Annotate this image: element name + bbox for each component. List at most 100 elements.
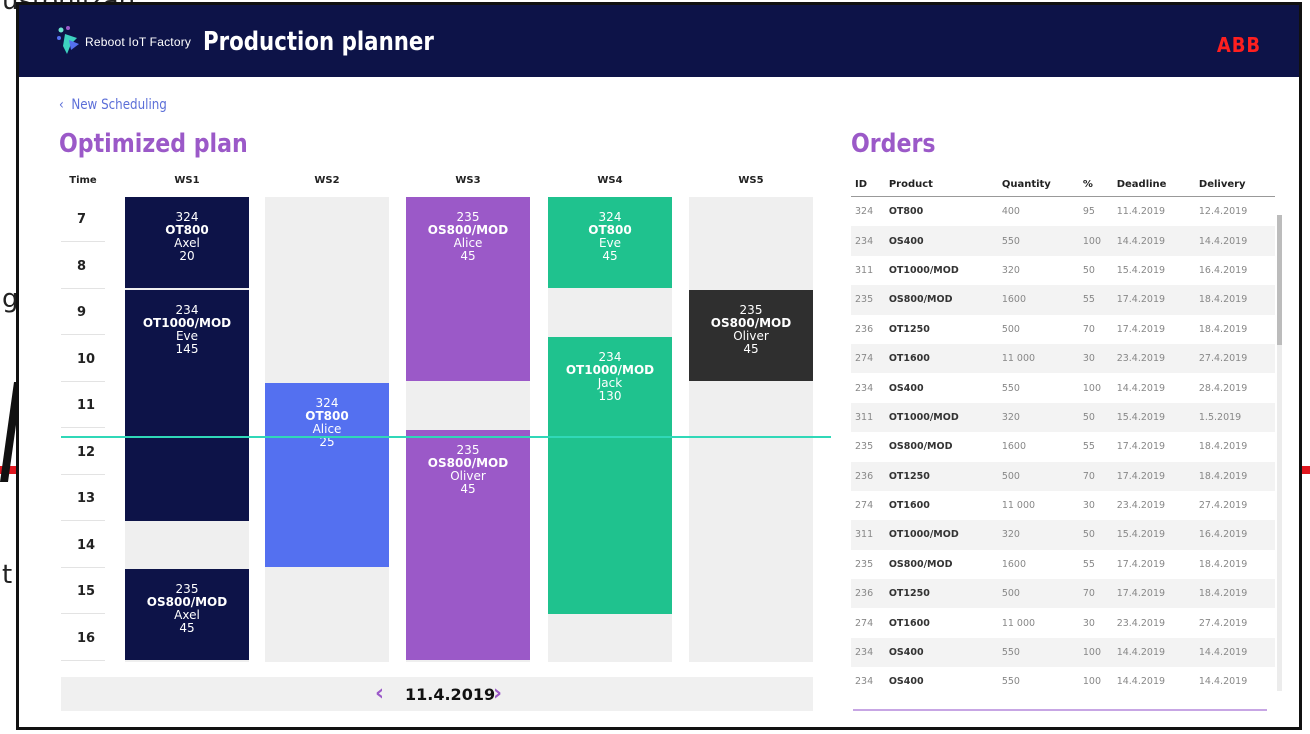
previous-day-chevron-icon[interactable]: ‹: [375, 681, 384, 706]
order-cell-product: OT1000/MOD: [888, 264, 959, 276]
order-row[interactable]: 311 OT1000/MOD 320 50 15.4.2019 16.4.2019: [851, 520, 1275, 550]
order-cell-product: OT1000/MOD: [884, 520, 998, 550]
order-cell-quantity: 400: [1001, 206, 1020, 218]
order-row[interactable]: 235 OS800/MOD 1600 55 17.4.2019 18.4.2019: [851, 550, 1275, 579]
background-text-left-2: t: [2, 560, 13, 590]
ws-header-3: WS3: [455, 175, 481, 186]
order-row[interactable]: 311 OT1000/MOD 320 50 15.4.2019 16.4.2019: [851, 256, 1275, 285]
schedule-block[interactable]: 235 OS800/MOD Alice 45: [406, 197, 530, 381]
orders-column-header[interactable]: Delivery: [1194, 173, 1275, 197]
orders-column-header[interactable]: %: [1078, 173, 1113, 197]
order-cell-product: OS400: [888, 382, 924, 394]
order-cell-quantity: 1600: [1001, 558, 1027, 570]
order-cell-quantity: 550: [1001, 676, 1020, 688]
order-cell-product: OS800/MOD: [888, 441, 953, 453]
order-cell-percent: 70: [1082, 323, 1095, 335]
schedule-block[interactable]: 324 OT800 Alice 25: [265, 383, 389, 567]
order-cell-id: 234: [855, 382, 874, 394]
app-title: Production planner: [203, 27, 434, 57]
order-cell-id: 235: [855, 441, 874, 453]
order-cell-delivery: 18.4.2019: [1194, 461, 1275, 491]
order-cell-product: OT1250: [888, 323, 930, 335]
order-row[interactable]: 236 OT1250 500 70 17.4.2019 18.4.2019: [851, 579, 1275, 609]
order-cell-delivery: 16.4.2019: [1198, 264, 1248, 276]
order-cell-delivery: 14.4.2019: [1194, 637, 1275, 668]
order-cell-id: 236: [855, 323, 874, 335]
order-cell-quantity: 11 000: [1001, 617, 1036, 629]
order-cell-percent: 100: [1078, 226, 1113, 256]
order-cell-quantity: 11 000: [1001, 500, 1036, 512]
order-row[interactable]: 274 OT1600 11 000 30 23.4.2019 27.4.2019: [851, 343, 1275, 374]
back-link[interactable]: ‹ New Scheduling: [59, 97, 167, 113]
order-cell-product: OT1000/MOD: [884, 402, 998, 433]
order-cell-product: OT1250: [884, 461, 998, 491]
schedule-block[interactable]: 235 OS800/MOD Oliver 45: [689, 290, 813, 381]
order-row[interactable]: 324 OT800 400 95 11.4.2019 12.4.2019: [851, 197, 1275, 227]
schedule-block[interactable]: 324 OT800 Eve 45: [548, 197, 672, 288]
block-worker: Oliver: [450, 468, 486, 483]
order-row[interactable]: 274 OT1600 11 000 30 23.4.2019 27.4.2019: [851, 491, 1275, 520]
order-cell-deadline: 23.4.2019: [1116, 617, 1166, 629]
order-cell-quantity: 1600: [1001, 441, 1027, 453]
order-cell-percent: 70: [1078, 579, 1113, 609]
orders-column-header[interactable]: Deadline: [1112, 173, 1195, 197]
order-cell-deadline: 14.4.2019: [1116, 382, 1166, 394]
order-cell-deadline: 17.4.2019: [1112, 285, 1195, 315]
order-cell-deadline: 17.4.2019: [1112, 461, 1195, 491]
order-cell-deadline: 15.4.2019: [1112, 520, 1195, 550]
order-cell-quantity: 550: [997, 226, 1079, 256]
order-row[interactable]: 234 OS400 550 100 14.4.2019 28.4.2019: [851, 373, 1275, 402]
ws-header-5: WS5: [738, 175, 764, 186]
order-row[interactable]: 234 OS400 550 100 14.4.2019 14.4.2019: [851, 226, 1275, 256]
order-cell-deadline: 15.4.2019: [1116, 264, 1166, 276]
order-row[interactable]: 234 OS400 550 100 14.4.2019 14.4.2019: [851, 667, 1275, 696]
order-row[interactable]: 236 OT1250 500 70 17.4.2019 18.4.2019: [851, 461, 1275, 491]
schedule-block[interactable]: 235 OS800/MOD Oliver 45: [406, 429, 530, 660]
time-slot-label: 7: [61, 197, 105, 242]
orders-title: Orders: [851, 129, 936, 159]
order-cell-id: 311: [851, 402, 885, 433]
orders-scrollbar-thumb[interactable]: [1277, 215, 1282, 345]
order-cell-deadline: 15.4.2019: [1112, 402, 1195, 433]
order-cell-percent: 30: [1082, 617, 1095, 629]
order-cell-delivery: 14.4.2019: [1194, 226, 1275, 256]
order-row[interactable]: 274 OT1600 11 000 30 23.4.2019 27.4.2019: [851, 608, 1275, 637]
orders-column-header[interactable]: ID: [851, 173, 885, 197]
order-cell-percent: 70: [1078, 461, 1113, 491]
order-row[interactable]: 311 OT1000/MOD 320 50 15.4.2019 1.5.2019: [851, 402, 1275, 433]
order-cell-deadline: 17.4.2019: [1116, 441, 1166, 453]
order-cell-id: 234: [851, 226, 885, 256]
order-cell-percent: 50: [1078, 402, 1113, 433]
order-cell-percent: 100: [1082, 676, 1101, 688]
time-slot-label: 10: [61, 337, 105, 382]
order-cell-id: 235: [851, 285, 885, 315]
plan-title: Optimized plan: [59, 129, 248, 159]
order-cell-delivery: 27.4.2019: [1198, 617, 1248, 629]
order-cell-delivery: 18.4.2019: [1198, 323, 1248, 335]
schedule-block[interactable]: 235 OS800/MOD Axel 45: [125, 569, 249, 660]
block-quantity: 45: [602, 249, 618, 263]
order-row[interactable]: 235 OS800/MOD 1600 55 17.4.2019 18.4.2019: [851, 285, 1275, 315]
block-product: OS800/MOD: [427, 455, 509, 470]
orders-column-header[interactable]: Quantity: [997, 173, 1079, 197]
time-slot-label: 9: [61, 290, 105, 335]
time-slot-label: 11: [61, 383, 105, 428]
order-cell-id: 324: [855, 206, 874, 218]
next-day-chevron-icon[interactable]: ›: [493, 681, 502, 706]
reboot-logo-icon: [57, 26, 79, 54]
schedule-block[interactable]: 324 OT800 Axel 20: [125, 197, 249, 288]
order-row[interactable]: 234 OS400 550 100 14.4.2019 14.4.2019: [851, 637, 1275, 668]
order-row[interactable]: 236 OT1250 500 70 17.4.2019 18.4.2019: [851, 315, 1275, 344]
orders-column-header[interactable]: Product: [884, 173, 998, 197]
back-link-label: New Scheduling: [71, 97, 167, 113]
order-row[interactable]: 235 OS800/MOD 1600 55 17.4.2019 18.4.2019: [851, 432, 1275, 461]
order-cell-product: OS800/MOD: [888, 558, 953, 570]
schedule-block[interactable]: 234 OT1000/MOD Eve 145: [125, 290, 249, 521]
order-cell-product: OS400: [884, 637, 998, 668]
order-cell-deadline: 14.4.2019: [1112, 637, 1195, 668]
order-cell-delivery: 18.4.2019: [1198, 441, 1248, 453]
order-cell-delivery: 1.5.2019: [1194, 402, 1275, 433]
block-order-id: 234: [598, 349, 622, 364]
schedule-block[interactable]: 234 OT1000/MOD Jack 130: [548, 336, 672, 614]
time-slot-label: 16: [61, 616, 105, 661]
